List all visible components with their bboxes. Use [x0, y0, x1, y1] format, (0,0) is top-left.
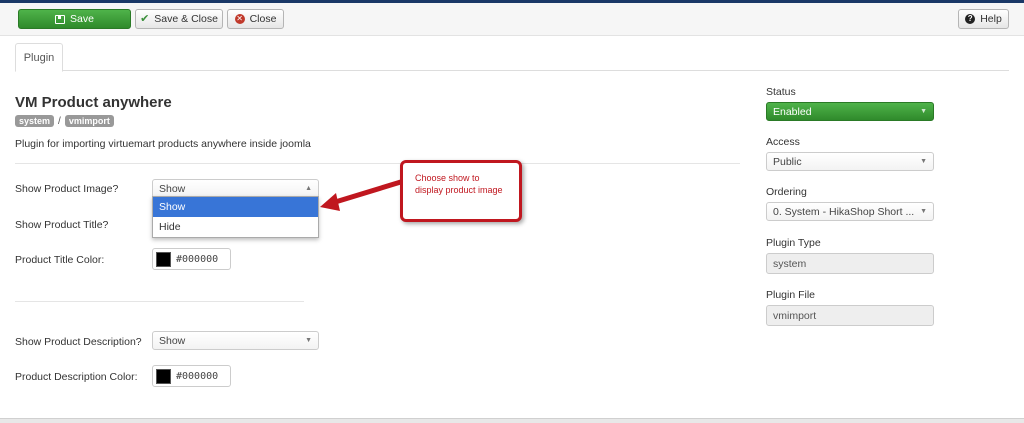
divider: [15, 163, 740, 164]
dropdown-option-show[interactable]: Show: [153, 197, 318, 217]
show-description-select[interactable]: Show ▼: [152, 331, 319, 350]
color-swatch[interactable]: [156, 251, 171, 267]
chevron-down-icon: ▼: [920, 208, 927, 215]
plugin-description: Plugin for importing virtuemart products…: [15, 138, 311, 150]
callout-line-2: display product image: [415, 185, 503, 195]
plugin-type-label: Plugin Type: [766, 237, 821, 249]
show-description-value: Show: [159, 334, 186, 347]
check-icon: ✔: [140, 12, 150, 25]
show-image-dropdown: Show Hide: [152, 196, 319, 238]
plugin-file-field: vmimport: [766, 305, 934, 326]
description-color-value: #000000: [176, 370, 219, 382]
toolbar: Save ✔ Save & Close ✕ Close ? Help: [0, 3, 1024, 36]
access-value: Public: [773, 155, 802, 168]
chevron-down-icon: ▼: [920, 108, 927, 115]
chevron-down-icon: ▼: [920, 158, 927, 165]
close-button[interactable]: ✕ Close: [227, 9, 284, 29]
help-label: Help: [980, 13, 1002, 25]
status-label: Status: [766, 86, 796, 98]
save-close-label: Save & Close: [154, 13, 218, 25]
description-color-label: Product Description Color:: [15, 371, 138, 383]
title-color-value: #000000: [176, 253, 219, 265]
save-icon: [55, 14, 66, 24]
color-swatch[interactable]: [156, 368, 171, 384]
callout-arrow-icon: [320, 178, 407, 211]
save-close-button[interactable]: ✔ Save & Close: [135, 9, 223, 29]
chevron-up-icon: ▲: [305, 185, 312, 192]
ordering-label: Ordering: [766, 186, 807, 198]
title-color-label: Product Title Color:: [15, 254, 105, 266]
annotation-callout: Choose show to display product image: [400, 160, 522, 222]
title-color-picker[interactable]: #000000: [152, 248, 231, 270]
show-image-label: Show Product Image?: [15, 183, 119, 195]
tab-plugin-label: Plugin: [23, 51, 55, 64]
description-color-picker[interactable]: #000000: [152, 365, 231, 387]
close-icon: ✕: [234, 14, 245, 24]
show-description-label: Show Product Description?: [15, 336, 142, 348]
status-select[interactable]: Enabled ▼: [766, 102, 934, 121]
divider: [15, 301, 304, 302]
help-icon: ?: [965, 14, 976, 24]
save-label: Save: [70, 13, 94, 25]
ordering-select[interactable]: 0. System - HikaShop Short ... ▼: [766, 202, 934, 221]
plugin-badges: system / vmimport: [15, 115, 114, 127]
access-label: Access: [766, 136, 800, 148]
dropdown-option-hide[interactable]: Hide: [153, 217, 318, 237]
show-image-value: Show: [159, 182, 186, 195]
badge-group: system: [15, 115, 55, 127]
save-button[interactable]: Save: [18, 9, 131, 29]
badge-separator: /: [58, 115, 61, 127]
footer-divider: [0, 418, 1024, 423]
badge-element: vmimport: [64, 115, 114, 127]
page-title: VM Product anywhere: [15, 94, 172, 111]
callout-line-1: Choose show to: [415, 173, 480, 183]
status-value: Enabled: [773, 105, 812, 118]
plugin-file-label: Plugin File: [766, 289, 816, 301]
help-button[interactable]: ? Help: [958, 9, 1009, 29]
close-label: Close: [249, 13, 277, 25]
chevron-down-icon: ▼: [305, 337, 312, 344]
ordering-value: 0. System - HikaShop Short ...: [773, 205, 915, 218]
tab-bar: Plugin: [15, 43, 1009, 72]
show-title-label: Show Product Title?: [15, 219, 109, 231]
plugin-type-field: system: [766, 253, 934, 274]
tab-plugin[interactable]: Plugin: [15, 43, 63, 72]
access-select[interactable]: Public ▼: [766, 152, 934, 171]
